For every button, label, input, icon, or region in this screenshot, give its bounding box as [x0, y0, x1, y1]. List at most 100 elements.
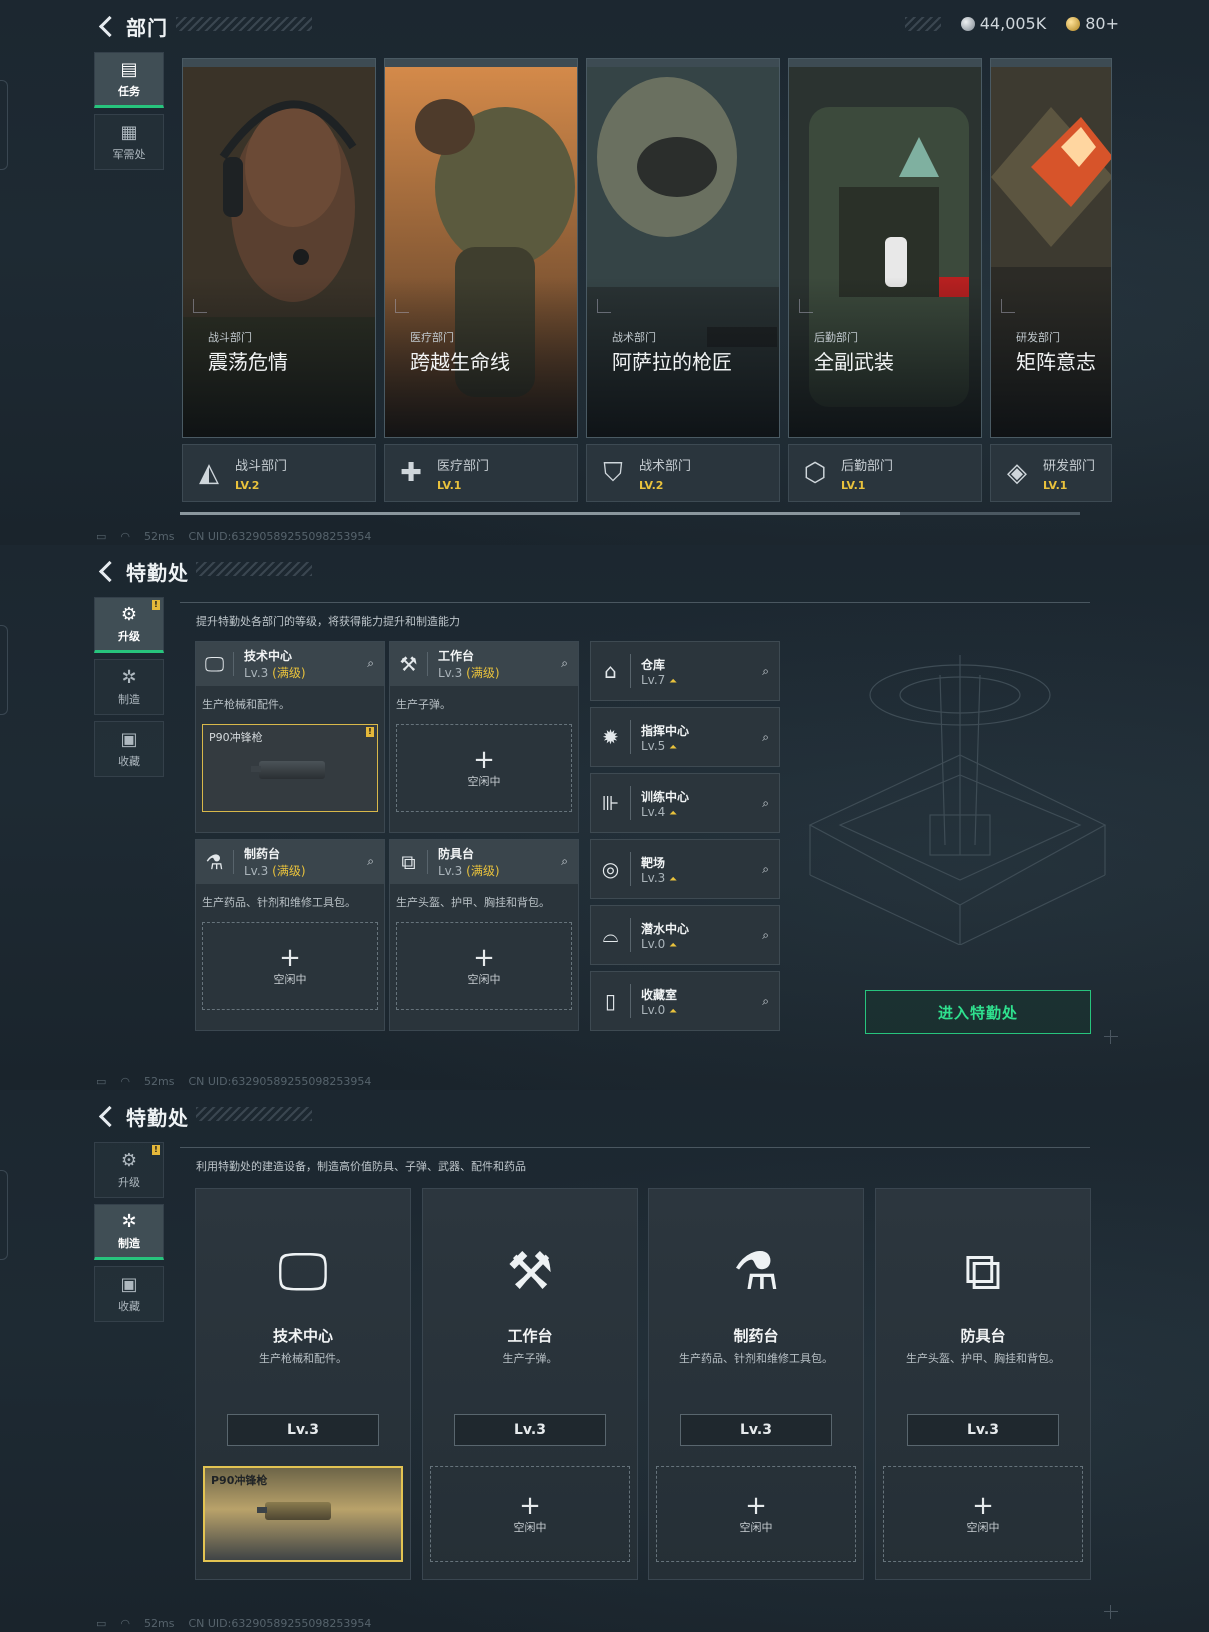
search-icon[interactable]: ⌕ — [762, 928, 769, 943]
production-slot[interactable]: + 空闲中 — [430, 1466, 630, 1562]
dept-level-rnd[interactable]: ◈ 研发部门 LV.1 — [990, 444, 1112, 502]
battery-icon: ▭ — [96, 530, 107, 543]
side-drawer-tab[interactable] — [0, 625, 8, 715]
room-collection[interactable]: ▯ 收藏室 Lv.0 ⏶ ⌕ — [590, 971, 780, 1031]
monitor-icon: 🖵 — [277, 1242, 329, 1302]
plus-icon: + — [745, 1491, 767, 1521]
notification-badge: ! — [152, 1145, 160, 1155]
room-command-center[interactable]: ✹ 指挥中心 Lv.5 ⏶ ⌕ — [590, 707, 780, 767]
upgrade-arrow-icon: ⏶ — [669, 1005, 678, 1017]
cubes-icon: ⧉ — [964, 1242, 1002, 1302]
dumbbell-icon: ⊪ — [591, 786, 631, 820]
status-bar: ▭ ◠ 52ms CN UID:6329058925509825395​4 — [96, 1617, 372, 1630]
rnd-dept-icon: ◈ — [1007, 458, 1027, 488]
production-slot[interactable]: + 空闲中 — [883, 1466, 1083, 1562]
nav-supply[interactable]: ▦ 军需处 — [94, 114, 164, 170]
dept-card-combat[interactable]: 战斗部门 震荡危情 — [182, 58, 376, 438]
search-icon[interactable]: ⌕ — [762, 730, 769, 745]
level-box: Lv.3 — [680, 1414, 832, 1446]
nav-mission[interactable]: ▤ 任务 — [94, 52, 164, 108]
back-arrow-icon — [96, 1105, 118, 1129]
dept-level-logistics[interactable]: ⬡ 后勤部门 LV.1 — [788, 444, 982, 502]
special-ops-upgrade-screen: 特勤处 ⚙ 升级 ! ✲ 制造 ▣ 收藏 提升特勤处各部门的等级，将获得能力提升… — [0, 545, 1209, 1090]
side-nav: ⚙ 升级 ! ✲ 制造 ▣ 收藏 — [94, 597, 164, 783]
facility-armor-bench[interactable]: ⧉ 防具台 Lv.3 (满级) ⌕ 生产头盔、护甲、胸挂和背包。 + 空闲中 — [389, 839, 579, 1031]
dept-card-tactical[interactable]: 战术部门 阿萨拉的枪匠 — [586, 58, 780, 438]
dept-card-logistics[interactable]: 后勤部门 全副武装 — [788, 58, 982, 438]
back-button[interactable]: 部门 — [96, 12, 168, 41]
horizontal-scrollbar[interactable] — [180, 512, 1080, 515]
side-drawer-tab[interactable] — [0, 80, 8, 170]
room-training-center[interactable]: ⊪ 训练中心 Lv.4 ⏶ ⌕ — [590, 773, 780, 833]
base-building-hologram — [808, 655, 1107, 945]
enter-special-ops-button[interactable]: 进入特勤处 — [865, 990, 1091, 1034]
gold-currency[interactable]: 80+ — [1066, 14, 1119, 33]
search-icon[interactable]: ⌕ — [367, 854, 374, 869]
currency-decoration — [905, 17, 941, 31]
craft-card-armor-bench[interactable]: ⧉ 防具台 生产头盔、护甲、胸挂和背包。 Lv.3 + 空闲中 — [875, 1188, 1091, 1580]
status-bar: ▭ ◠ 52ms CN UID:6329058925509825395​4 — [96, 530, 372, 543]
side-drawer-tab[interactable] — [0, 1170, 8, 1260]
room-shooting-range[interactable]: ◎ 靶场 Lv.3 ⏶ ⌕ — [590, 839, 780, 899]
search-icon[interactable]: ⌕ — [561, 656, 568, 671]
search-icon[interactable]: ⌕ — [762, 664, 769, 679]
collection-icon: ▣ — [120, 1273, 138, 1295]
back-button[interactable]: 特勤处 — [96, 1102, 189, 1131]
page-title: 特勤处 — [126, 561, 189, 585]
craft-icon: ✲ — [121, 1210, 137, 1232]
craft-card-workbench[interactable]: ⚒ 工作台 生产子弹。 Lv.3 + 空闲中 — [422, 1188, 638, 1580]
dept-card-rnd[interactable]: 研发部门 矩阵意志 — [990, 58, 1112, 438]
combat-dept-icon: ◭ — [199, 458, 219, 488]
room-dive-center[interactable]: ⌓ 潜水中心 Lv.0 ⏶ ⌕ — [590, 905, 780, 965]
back-button[interactable]: 特勤处 — [96, 557, 189, 586]
dept-level-combat[interactable]: ◭ 战斗部门 LV.2 — [182, 444, 376, 502]
production-slot[interactable]: + 空闲中 — [396, 724, 572, 812]
search-icon[interactable]: ⌕ — [762, 994, 769, 1009]
search-icon[interactable]: ⌕ — [762, 796, 769, 811]
dept-card-medical[interactable]: 医疗部门 跨越生命线 — [384, 58, 578, 438]
facility-pharmacy[interactable]: ⚗ 制药台 Lv.3 (满级) ⌕ 生产药品、针剂和维修工具包。 + 空闲中 — [195, 839, 385, 1031]
dept-subtitle: 后勤部门 — [814, 331, 858, 344]
special-ops-craft-screen: 特勤处 ⚙ 升级 ! ✲ 制造 ▣ 收藏 利用特勤处的建造设备，制造高价值防具、… — [0, 1090, 1209, 1632]
currency-bar: 44,005K 80+ — [960, 14, 1119, 33]
warehouse-icon: ⌂ — [591, 654, 631, 688]
production-slot[interactable]: P90冲锋枪 — [203, 1466, 403, 1562]
side-nav: ▤ 任务 ▦ 军需处 — [94, 52, 164, 176]
nav-craft[interactable]: ✲ 制造 — [94, 1204, 164, 1260]
logistics-dept-icon: ⬡ — [803, 458, 827, 488]
nav-collection[interactable]: ▣ 收藏 — [94, 1266, 164, 1322]
search-icon[interactable]: ⌕ — [367, 656, 374, 671]
production-slot[interactable]: + 空闲中 — [396, 922, 572, 1010]
search-icon[interactable]: ⌕ — [561, 854, 568, 869]
production-slot[interactable]: P90冲锋枪 ! — [202, 724, 378, 812]
dept-mission-name: 全副武装 — [814, 350, 894, 374]
nav-craft[interactable]: ✲ 制造 — [94, 659, 164, 715]
nav-upgrade[interactable]: ⚙ 升级 ! — [94, 597, 164, 653]
dept-subtitle: 医疗部门 — [410, 331, 454, 344]
cubes-icon: ⧉ — [390, 850, 428, 874]
silver-currency[interactable]: 44,005K — [960, 14, 1046, 33]
nav-collection[interactable]: ▣ 收藏 — [94, 721, 164, 777]
title-decoration — [196, 562, 312, 576]
dept-level-medical[interactable]: ✚ 医疗部门 LV.1 — [384, 444, 578, 502]
microscope-icon: ⚗ — [732, 1242, 780, 1302]
upgrade-arrow-icon: ⏶ — [669, 873, 678, 885]
production-slot[interactable]: + 空闲中 — [656, 1466, 856, 1562]
back-arrow-icon — [96, 560, 118, 584]
divider — [180, 602, 1090, 603]
upgrade-arrow-icon: ⏶ — [669, 939, 678, 951]
dept-level-tactical[interactable]: ⛉ 战术部门 LV.2 — [586, 444, 780, 502]
facility-tech-center[interactable]: 🖵 技术中心 Lv.3 (满级) ⌕ 生产枪械和配件。 P90冲锋枪 ! — [195, 641, 385, 833]
facility-workbench[interactable]: ⚒ 工作台 Lv.3 (满级) ⌕ 生产子弹。 + 空闲中 — [389, 641, 579, 833]
nav-upgrade[interactable]: ⚙ 升级 ! — [94, 1142, 164, 1198]
craft-card-pharmacy[interactable]: ⚗ 制药台 生产药品、针剂和维修工具包。 Lv.3 + 空闲中 — [648, 1188, 864, 1580]
notification-badge: ! — [152, 600, 160, 610]
search-icon[interactable]: ⌕ — [762, 862, 769, 877]
room-warehouse[interactable]: ⌂ 仓库 Lv.7 ⏶ ⌕ — [590, 641, 780, 701]
plus-icon: + — [473, 745, 495, 775]
plus-icon: + — [519, 1491, 541, 1521]
section-description: 提升特勤处各部门的等级，将获得能力提升和制造能力 — [196, 615, 460, 628]
production-slot[interactable]: + 空闲中 — [202, 922, 378, 1010]
craft-card-tech-center[interactable]: 🖵 技术中心 生产枪械和配件。 Lv.3 P90冲锋枪 — [195, 1188, 411, 1580]
page-title: 部门 — [126, 16, 168, 40]
